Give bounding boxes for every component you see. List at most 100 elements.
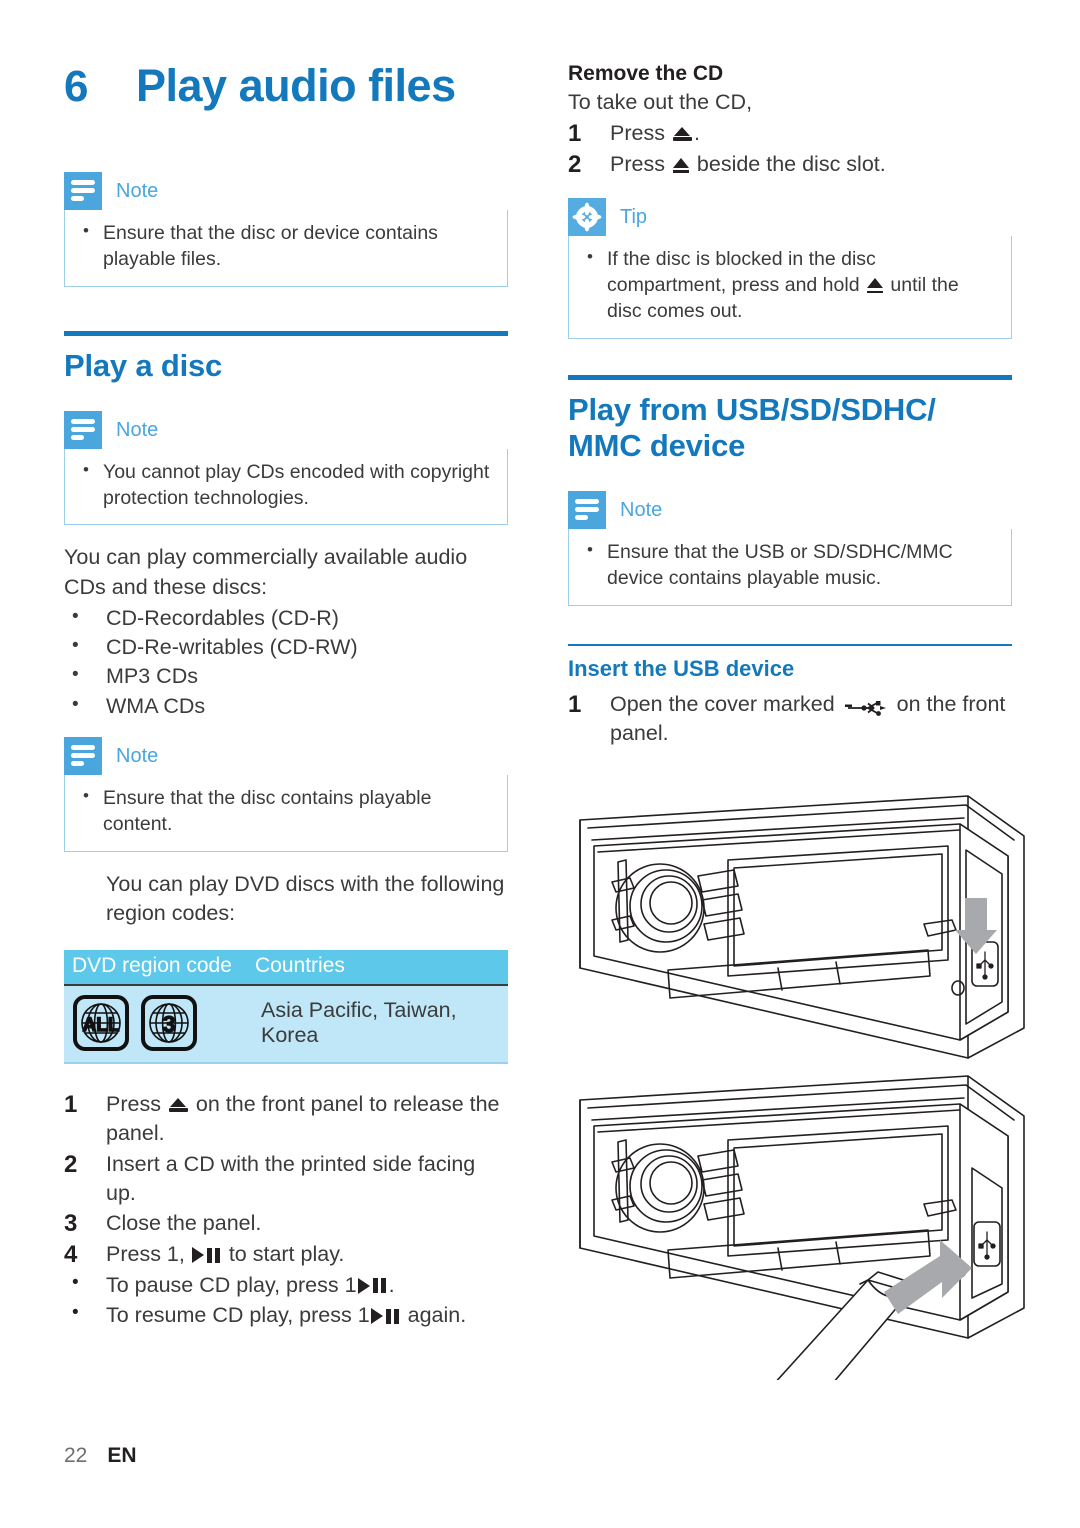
eject-outline-icon xyxy=(866,278,883,293)
list-item: MP3 CDs xyxy=(64,662,508,691)
panel-bottom xyxy=(579,1075,1025,1426)
list-item: CD-Recordables (CD-R) xyxy=(64,604,508,633)
language-code: EN xyxy=(107,1444,137,1467)
page-footer: 22 EN xyxy=(64,1444,137,1468)
step-number: 1 xyxy=(568,690,582,718)
section-title: Play from USB/SD/SDHC/ MMC device xyxy=(568,391,936,464)
svg-text:3: 3 xyxy=(163,1011,176,1037)
bullet-marker: • xyxy=(72,1271,79,1293)
callout-header: Note xyxy=(64,172,508,211)
step-text: To pause CD play, press 1. xyxy=(106,1271,508,1300)
callout-body: Ensure that the disc contains playable c… xyxy=(64,774,508,852)
dvd-region-table: DVD region code Countries ALL 3 Asia Pac… xyxy=(64,950,508,1065)
section-divider xyxy=(568,374,1012,380)
note-icon xyxy=(64,410,102,449)
note-callout-usb: Note Ensure that the USB or SD/SDHC/MMC … xyxy=(568,490,1012,606)
callout-item: If the disc is blocked in the disc compa… xyxy=(583,246,997,325)
callout-header: Tip xyxy=(568,197,1012,236)
callout-body: Ensure that the disc or device contains … xyxy=(64,210,508,288)
subsection-insert-usb: Insert the USB device 1 Open the cover m… xyxy=(568,643,1012,749)
step-text: Press 1, to start play. xyxy=(106,1240,508,1270)
step-text: Insert a CD with the printed side facing… xyxy=(106,1151,476,1205)
column-header-region-code: DVD region code xyxy=(64,950,247,987)
step-text-before: To pause CD play, press 1 xyxy=(106,1272,357,1297)
note-icon xyxy=(64,172,102,211)
step-text-before: Press xyxy=(106,1092,167,1117)
play-pause-icon xyxy=(191,1247,222,1264)
callout-header: Note xyxy=(64,736,508,775)
callout-label: Note xyxy=(116,418,159,441)
step-text: Open the cover marked on the front panel… xyxy=(610,690,1012,748)
intro-paragraph: You can play commercially available audi… xyxy=(64,545,468,599)
note-icon xyxy=(568,490,606,529)
remove-cd-heading: Remove the CD xyxy=(568,62,724,85)
callout-body: Ensure that the USB or SD/SDHC/MMC devic… xyxy=(568,528,1012,606)
sub-step: • To pause CD play, press 1. xyxy=(64,1271,508,1300)
svg-text:ALL: ALL xyxy=(83,1015,120,1036)
step-text-before: Press xyxy=(610,151,671,176)
play-pause-icon xyxy=(370,1308,401,1325)
remove-cd-lead: To take out the CD, xyxy=(568,90,753,114)
bullet-marker: • xyxy=(72,1301,79,1323)
step-text-before: Press xyxy=(610,121,671,146)
usb-icon xyxy=(844,696,888,717)
eject-icon xyxy=(168,1098,188,1113)
step-text-after: beside the disc slot. xyxy=(690,151,886,176)
subsection-divider xyxy=(568,643,1012,646)
note-callout-copyright: Note You cannot play CDs encoded with co… xyxy=(64,410,508,526)
table-header-row: DVD region code Countries xyxy=(64,950,508,987)
list-item: CD-Re-writables (CD-RW) xyxy=(64,633,508,662)
region-code-cell: ALL 3 xyxy=(64,985,247,1065)
region-code-3-icon: 3 xyxy=(140,994,198,1052)
panel-top xyxy=(579,795,1025,1059)
sub-step: • To resume CD play, press 1 again. xyxy=(64,1301,508,1330)
step-text-after: again. xyxy=(401,1302,467,1327)
region-code-all-icon: ALL xyxy=(72,994,130,1052)
eject-icon xyxy=(672,127,692,142)
callout-item: You cannot play CDs encoded with copyrig… xyxy=(79,459,493,512)
callout-label: Note xyxy=(116,744,159,767)
step-text: Press beside the disc slot. xyxy=(610,150,1012,180)
right-column: Remove the CD To take out the CD, 1 Pres… xyxy=(568,62,1012,749)
step-text-before: Open the cover marked xyxy=(610,691,841,716)
tip-icon xyxy=(568,197,606,236)
countries-cell: Asia Pacific, Taiwan, Korea xyxy=(247,985,508,1065)
callout-item: Ensure that the USB or SD/SDHC/MMC devic… xyxy=(583,539,997,592)
step-number: 2 xyxy=(568,150,582,178)
step-number: 2 xyxy=(64,1150,78,1178)
note-icon xyxy=(64,736,102,775)
list-item: WMA CDs xyxy=(64,692,508,721)
step-text: Close the panel. xyxy=(106,1211,262,1236)
step-text-before: Press 1, xyxy=(106,1241,191,1266)
callout-header: Note xyxy=(64,410,508,449)
section-play-from-usb: Play from USB/SD/SDHC/ MMC device Note E… xyxy=(568,374,1012,749)
front-panel-illustration xyxy=(568,790,1038,1426)
step-text-after: to start play. xyxy=(222,1241,345,1266)
column-header-countries: Countries xyxy=(247,950,508,987)
callout-label: Tip xyxy=(620,205,648,228)
eject-outline-icon xyxy=(672,157,689,173)
step-number: 3 xyxy=(64,1210,78,1238)
step-text-before: To resume CD play, press 1 xyxy=(106,1302,370,1327)
callout-label: Note xyxy=(116,180,159,203)
step: 1 Open the cover marked on the front pan… xyxy=(568,690,1012,748)
table-row: ALL 3 Asia Pacific, Taiwan, Korea xyxy=(64,985,508,1065)
step: 4 Press 1, to start play. xyxy=(64,1240,508,1270)
step-text: To resume CD play, press 1 again. xyxy=(106,1301,508,1330)
chapter-title: Play audio files xyxy=(136,60,456,111)
callout-item: Ensure that the disc contains playable c… xyxy=(79,785,493,838)
remove-cd-steps: 1 Press . 2 Press beside the disc slot. xyxy=(568,119,1012,180)
step-text: Press on the front panel to release the … xyxy=(106,1090,508,1148)
step: 2 Insert a CD with the printed side faci… xyxy=(64,1150,508,1208)
dvd-region-paragraph: You can play DVD discs with the followin… xyxy=(106,871,505,925)
step: 2 Press beside the disc slot. xyxy=(568,150,1012,180)
tip-text-before: If the disc is blocked in the disc compa… xyxy=(607,247,876,296)
step-number: 1 xyxy=(64,1091,78,1119)
play-disc-steps: 1 Press on the front panel to release th… xyxy=(64,1090,508,1330)
step-text: Press . xyxy=(610,119,1012,149)
left-column: 6 Play audio files Note Ensure that the … xyxy=(64,62,508,1331)
callout-label: Note xyxy=(620,498,663,521)
callout-body: If the disc is blocked in the disc compa… xyxy=(568,235,1012,339)
section-play-a-disc: Play a disc Note You cannot play CDs enc… xyxy=(64,331,508,1330)
step-number: 4 xyxy=(64,1240,78,1268)
